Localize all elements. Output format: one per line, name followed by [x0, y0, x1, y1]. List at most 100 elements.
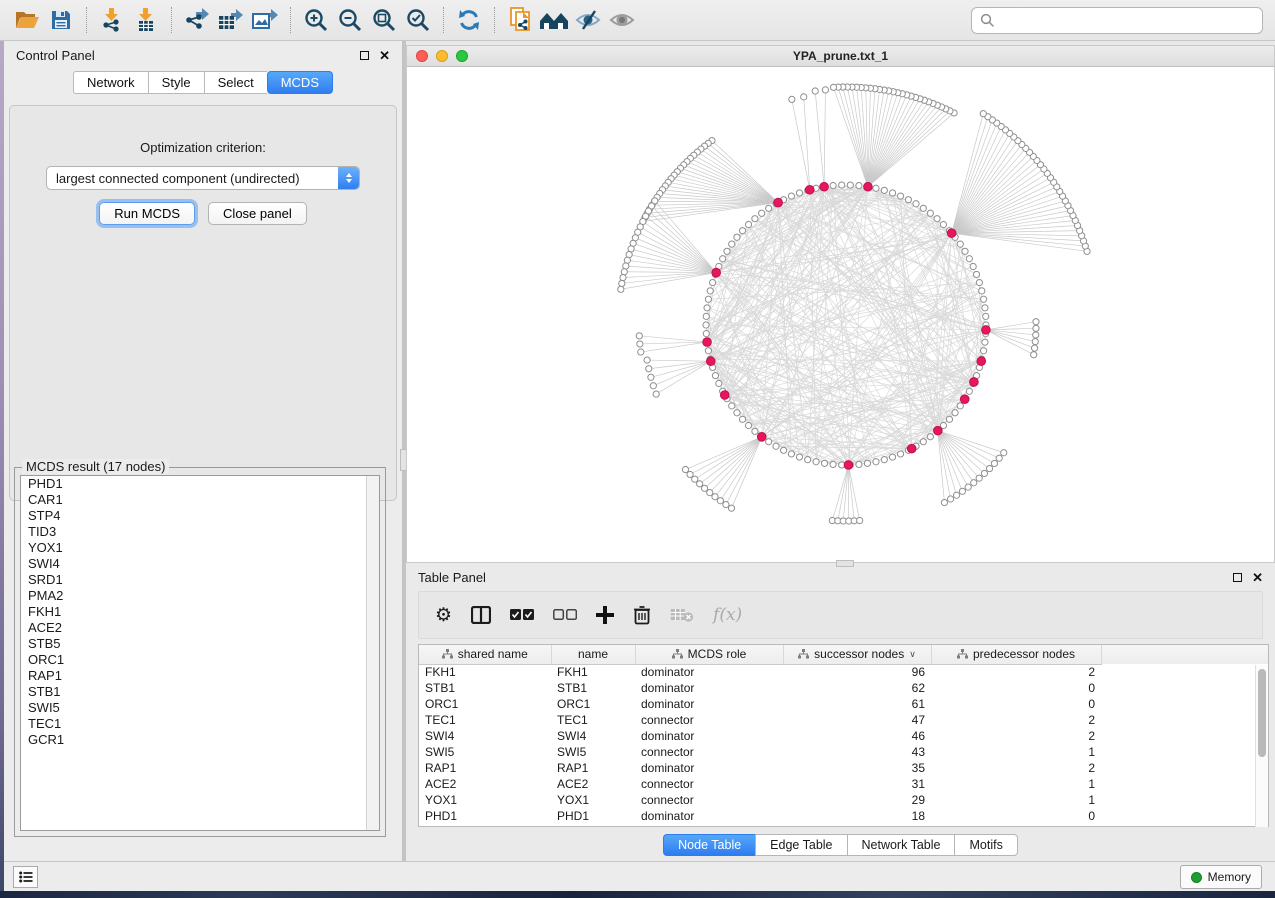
tab-mcds[interactable]: MCDS — [267, 71, 333, 94]
network-node[interactable] — [952, 410, 958, 416]
network-hub-node[interactable] — [757, 433, 766, 442]
network-node[interactable] — [789, 96, 795, 102]
network-node[interactable] — [1033, 325, 1039, 331]
network-node[interactable] — [704, 305, 710, 311]
network-node[interactable] — [712, 372, 718, 378]
network-node[interactable] — [702, 485, 708, 491]
network-node[interactable] — [980, 111, 986, 117]
network-hub-node[interactable] — [712, 268, 721, 277]
network-node[interactable] — [981, 348, 987, 354]
network-node[interactable] — [971, 480, 977, 486]
network-node[interactable] — [723, 501, 729, 507]
network-node[interactable] — [703, 331, 709, 337]
network-node[interactable] — [1001, 450, 1007, 456]
table-row[interactable]: STB1STB1dominator620 — [419, 680, 1268, 696]
network-node[interactable] — [889, 454, 895, 460]
mcds-result-item[interactable]: PHD1 — [21, 476, 379, 492]
network-node[interactable] — [976, 279, 982, 285]
network-node[interactable] — [1033, 319, 1039, 325]
network-node[interactable] — [889, 190, 895, 196]
import-network-icon[interactable] — [95, 5, 129, 35]
tab-motifs[interactable]: Motifs — [954, 834, 1017, 856]
network-node[interactable] — [1033, 332, 1039, 338]
panel-list-button[interactable] — [13, 866, 38, 888]
network-node[interactable] — [618, 286, 624, 292]
network-node[interactable] — [687, 471, 693, 477]
network-node[interactable] — [940, 221, 946, 227]
network-node[interactable] — [982, 305, 988, 311]
network-node[interactable] — [734, 234, 740, 240]
search-box[interactable] — [971, 7, 1263, 34]
table-row[interactable]: ACE2ACE2connector311 — [419, 776, 1268, 792]
network-node[interactable] — [897, 451, 903, 457]
network-node[interactable] — [780, 447, 786, 453]
network-node[interactable] — [692, 476, 698, 482]
float-panel-icon[interactable] — [360, 51, 369, 60]
network-node[interactable] — [705, 348, 711, 354]
table-row[interactable]: FKH1FKH1dominator962 — [419, 664, 1268, 680]
network-node[interactable] — [648, 374, 654, 380]
network-node[interactable] — [957, 241, 963, 247]
network-node[interactable] — [620, 274, 626, 280]
table-row[interactable]: TEC1TEC1connector472 — [419, 712, 1268, 728]
network-node[interactable] — [621, 269, 627, 275]
tab-network-table[interactable]: Network Table — [847, 834, 955, 856]
network-node[interactable] — [709, 279, 715, 285]
network-hub-node[interactable] — [907, 444, 916, 453]
network-node[interactable] — [707, 489, 713, 495]
network-node[interactable] — [830, 461, 836, 467]
table-row[interactable]: YOX1YOX1connector291 — [419, 792, 1268, 808]
network-hub-node[interactable] — [982, 326, 991, 335]
memory-button[interactable]: Memory — [1180, 865, 1262, 889]
network-node[interactable] — [897, 193, 903, 199]
network-node[interactable] — [728, 505, 734, 511]
network-node[interactable] — [773, 443, 779, 449]
save-session-icon[interactable] — [44, 5, 78, 35]
network-node[interactable] — [857, 517, 863, 523]
network-node[interactable] — [905, 197, 911, 203]
table-row[interactable]: PHD1PHD1dominator180 — [419, 808, 1268, 824]
network-node[interactable] — [801, 94, 807, 100]
network-node[interactable] — [981, 470, 987, 476]
table-row[interactable]: ORC1ORC1dominator610 — [419, 696, 1268, 712]
column-header-predecessor-nodes[interactable]: predecessor nodes — [931, 645, 1101, 664]
network-node[interactable] — [759, 210, 765, 216]
mcds-result-item[interactable]: FKH1 — [21, 604, 379, 620]
table-row[interactable]: RAP1RAP1dominator352 — [419, 760, 1268, 776]
mcds-result-item[interactable]: ACE2 — [21, 620, 379, 636]
window-close-icon[interactable] — [416, 50, 428, 62]
optimization-select[interactable]: largest connected component (undirected) — [46, 166, 360, 190]
network-hub-node[interactable] — [706, 357, 715, 366]
network-node[interactable] — [927, 210, 933, 216]
network-node[interactable] — [739, 228, 745, 234]
close-panel-button[interactable]: Close panel — [208, 202, 307, 225]
import-table-icon[interactable] — [129, 5, 163, 35]
network-hub-node[interactable] — [947, 229, 956, 238]
export-image-icon[interactable] — [248, 5, 282, 35]
network-node[interactable] — [712, 494, 718, 500]
open-file-icon[interactable] — [10, 5, 44, 35]
network-hub-node[interactable] — [977, 357, 986, 366]
delete-table-icon[interactable] — [670, 602, 694, 628]
column-header-name[interactable]: name — [551, 645, 635, 664]
tab-select[interactable]: Select — [204, 71, 267, 94]
network-node[interactable] — [636, 333, 642, 339]
clone-network-icon[interactable] — [503, 5, 537, 35]
network-node[interactable] — [822, 87, 828, 93]
network-node[interactable] — [796, 454, 802, 460]
network-node[interactable] — [830, 182, 836, 188]
network-node[interactable] — [729, 241, 735, 247]
add-column-icon[interactable] — [596, 602, 614, 628]
network-hub-node[interactable] — [970, 378, 979, 387]
network-node[interactable] — [624, 257, 630, 263]
float-table-panel-icon[interactable] — [1233, 573, 1242, 582]
network-node[interactable] — [839, 182, 845, 188]
network-node[interactable] — [619, 280, 625, 286]
network-hub-node[interactable] — [774, 198, 783, 207]
network-node[interactable] — [991, 460, 997, 466]
window-maximize-icon[interactable] — [456, 50, 468, 62]
network-node[interactable] — [638, 349, 644, 355]
network-node[interactable] — [941, 499, 947, 505]
refresh-icon[interactable] — [452, 5, 486, 35]
network-canvas[interactable] — [407, 67, 1274, 562]
